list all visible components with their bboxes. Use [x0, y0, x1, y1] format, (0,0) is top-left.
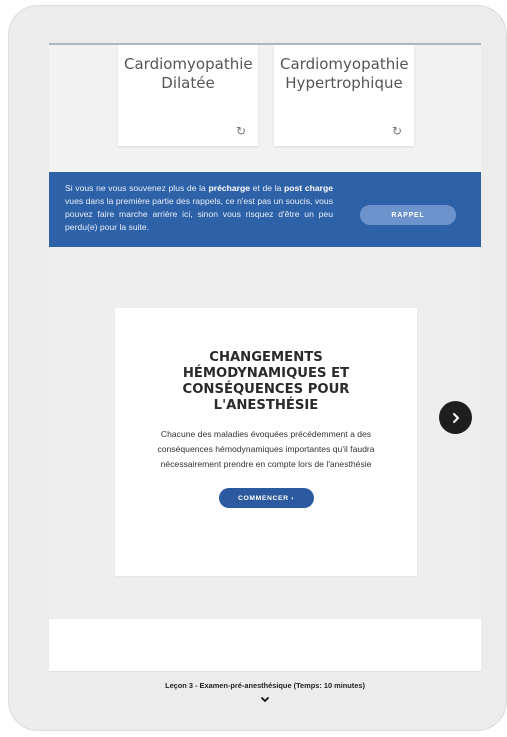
- reminder-text-part: et de la: [250, 183, 285, 193]
- lesson-card-description: Chacune des maladies évoquées précédemme…: [157, 429, 375, 469]
- reminder-text-part: vues dans la première partie des rappels…: [65, 196, 333, 232]
- flip-card-hypertrophique[interactable]: Cardiomyopathie Hypertrophique ↻: [274, 45, 414, 146]
- refresh-icon[interactable]: ↻: [392, 124, 402, 138]
- keyword-postcharge: post charge: [284, 183, 333, 193]
- flip-card-title: Cardiomyopathie Dilatée: [124, 55, 253, 92]
- next-slide-button[interactable]: [439, 401, 472, 434]
- reminder-text-part: Si vous ne vous souvenez plus de la: [65, 183, 209, 193]
- rappel-button[interactable]: RAPPEL: [360, 205, 456, 225]
- flip-cards-row: Cardiomyopathie Dilatée ↻ Cardiomyopathi…: [49, 45, 481, 172]
- chevron-down-icon[interactable]: [49, 691, 481, 709]
- lesson-card: CHANGEMENTS HÉMODYNAMIQUES ET CONSÉQUENC…: [115, 308, 417, 576]
- screen: Cardiomyopathie Dilatée ↻ Cardiomyopathi…: [49, 43, 481, 711]
- reminder-banner: Si vous ne vous souvenez plus de la préc…: [49, 172, 481, 247]
- flip-card-dilatee[interactable]: Cardiomyopathie Dilatée ↻: [118, 45, 258, 146]
- keyword-precharge: précharge: [208, 183, 251, 193]
- tablet-frame: Cardiomyopathie Dilatée ↻ Cardiomyopathi…: [8, 5, 507, 731]
- lesson-footer[interactable]: Leçon 3 - Examen-pré-anesthésique (Temps…: [49, 671, 481, 711]
- chevron-right-icon: [452, 412, 459, 423]
- content-band: CHANGEMENTS HÉMODYNAMIQUES ET CONSÉQUENC…: [49, 247, 481, 619]
- flip-card-title: Cardiomyopathie Hypertrophique: [280, 55, 409, 92]
- refresh-icon[interactable]: ↻: [236, 124, 246, 138]
- reminder-text: Si vous ne vous souvenez plus de la préc…: [65, 182, 333, 234]
- spacer: [49, 619, 481, 671]
- lesson-label: Leçon 3 - Examen-pré-anesthésique (Temps…: [165, 681, 365, 690]
- lesson-card-title: CHANGEMENTS HÉMODYNAMIQUES ET CONSÉQUENC…: [182, 350, 350, 413]
- commencer-button[interactable]: COMMENCER ›: [218, 488, 314, 508]
